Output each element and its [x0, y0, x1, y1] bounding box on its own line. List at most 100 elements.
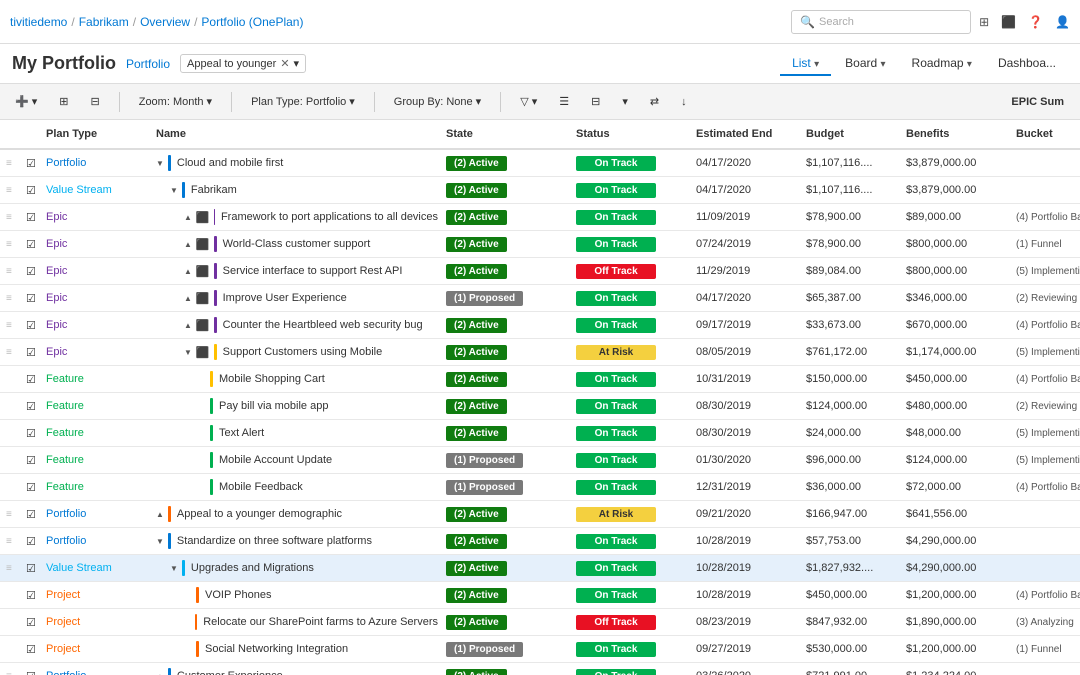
row-checkbox[interactable]: ☑ [22, 535, 42, 548]
tab-dashboard[interactable]: Dashboa... [986, 52, 1068, 76]
col-estend[interactable]: Estimated End [692, 128, 802, 140]
row-drag-handle[interactable]: ≡ [2, 536, 22, 547]
tab-board[interactable]: Board ▾ [833, 52, 897, 76]
col-bucket[interactable]: Bucket [1012, 128, 1080, 140]
expand-icon[interactable]: ▼ [156, 159, 164, 168]
expand-icon[interactable]: ▲ [184, 321, 192, 330]
table-row[interactable]: ≡ ☑ Epic ▲ ⬛ Counter the Heartbleed web … [0, 312, 1080, 339]
table-row[interactable]: ≡ ☑ Epic ▲ ⬛ World-Class customer suppor… [0, 231, 1080, 258]
expand-icon[interactable]: ▲ [156, 672, 164, 675]
table-row[interactable]: ☑ Project VOIP Phones (2) Active On Trac… [0, 582, 1080, 609]
row-drag-handle[interactable]: ≡ [2, 347, 22, 358]
table-row[interactable]: ☑ Feature Mobile Feedback (1) Proposed O… [0, 474, 1080, 501]
table-row[interactable]: ☑ Feature Mobile Shopping Cart (2) Activ… [0, 366, 1080, 393]
row-name[interactable]: ▲ ⬛ World-Class customer support [152, 236, 442, 252]
row-name[interactable]: Mobile Account Update [152, 452, 442, 468]
row-name[interactable]: Relocate our SharePoint farms to Azure S… [152, 614, 442, 630]
row-drag-handle[interactable]: ≡ [2, 239, 22, 250]
row-name[interactable]: ▲ ⬛ Counter the Heartbleed web security … [152, 317, 442, 333]
hide-cols-button[interactable]: ⊟ [584, 91, 607, 112]
table-row[interactable]: ≡ ☑ Value Stream ▼ Upgrades and Migratio… [0, 555, 1080, 582]
row-name[interactable]: VOIP Phones [152, 587, 442, 603]
col-status[interactable]: Status [572, 128, 692, 140]
col-name[interactable]: Name [152, 128, 442, 140]
row-checkbox[interactable]: ☑ [22, 184, 42, 197]
expand-button[interactable]: ⊞ [52, 91, 75, 112]
view-cols-button[interactable]: ☰ [552, 91, 576, 112]
row-name[interactable]: ▼ Upgrades and Migrations [152, 560, 442, 576]
row-name[interactable]: ▼ ⬛ Support Customers using Mobile [152, 344, 442, 360]
breadcrumb-item-2[interactable]: Fabrikam [79, 15, 129, 29]
table-row[interactable]: ☑ Feature Mobile Account Update (1) Prop… [0, 447, 1080, 474]
row-checkbox[interactable]: ☑ [22, 616, 42, 629]
collapse-button[interactable]: ⊟ [84, 91, 107, 112]
expand-icon[interactable]: ▼ [170, 564, 178, 573]
table-row[interactable]: ☑ Feature Text Alert (2) Active On Track… [0, 420, 1080, 447]
row-drag-handle[interactable]: ≡ [2, 212, 22, 223]
breadcrumb-item-4[interactable]: Portfolio (OnePlan) [201, 15, 303, 29]
row-checkbox[interactable]: ☑ [22, 157, 42, 170]
zoom-button[interactable]: Zoom: Month ▾ [132, 91, 219, 112]
col-plantype[interactable]: Plan Type [42, 128, 152, 140]
row-checkbox[interactable]: ☑ [22, 508, 42, 521]
filter-button[interactable]: ▽ ▾ [513, 91, 544, 112]
row-name[interactable]: ▼ Cloud and mobile first [152, 155, 442, 171]
expand-icon[interactable]: ▲ [184, 267, 192, 276]
breadcrumb-item-3[interactable]: Overview [140, 15, 190, 29]
group-by-button[interactable]: Group By: None ▾ [387, 91, 488, 112]
filter-remove-button[interactable]: ✕ [280, 57, 289, 70]
row-drag-handle[interactable]: ≡ [2, 266, 22, 277]
plan-type-button[interactable]: Plan Type: Portfolio ▾ [244, 91, 362, 112]
expand-icon[interactable]: ▲ [184, 240, 192, 249]
format-button[interactable]: ▾ [615, 91, 635, 112]
share-button[interactable]: ⇄ [643, 91, 666, 112]
expand-icon[interactable]: ▲ [156, 510, 164, 519]
row-drag-handle[interactable]: ≡ [2, 509, 22, 520]
tab-roadmap[interactable]: Roadmap ▾ [900, 52, 984, 76]
row-name[interactable]: Social Networking Integration [152, 641, 442, 657]
row-checkbox[interactable]: ☑ [22, 346, 42, 359]
breadcrumb-item-1[interactable]: tivitiedemo [10, 15, 67, 29]
row-name[interactable]: ▲ ⬛ Improve User Experience [152, 290, 442, 306]
filter-dropdown-icon[interactable]: ▾ [294, 57, 300, 70]
user-icon[interactable]: 👤 [1055, 15, 1070, 29]
expand-icon[interactable]: ▼ [184, 348, 192, 357]
row-name[interactable]: ▲ Customer Experience [152, 668, 442, 675]
row-checkbox[interactable]: ☑ [22, 211, 42, 224]
col-benefits[interactable]: Benefits [902, 128, 1012, 140]
row-checkbox[interactable]: ☑ [22, 319, 42, 332]
col-state[interactable]: State [442, 128, 572, 140]
add-button[interactable]: ➕ ▾ [8, 91, 44, 112]
row-name[interactable]: ▲ ⬛ Service interface to support Rest AP… [152, 263, 442, 279]
row-checkbox[interactable]: ☑ [22, 589, 42, 602]
row-drag-handle[interactable]: ≡ [2, 563, 22, 574]
table-row[interactable]: ≡ ☑ Portfolio ▼ Standardize on three sof… [0, 528, 1080, 555]
expand-icon[interactable]: ▲ [184, 213, 192, 222]
row-checkbox[interactable]: ☑ [22, 238, 42, 251]
row-checkbox[interactable]: ☑ [22, 454, 42, 467]
tab-list[interactable]: List ▾ [780, 52, 831, 76]
row-checkbox[interactable]: ☑ [22, 265, 42, 278]
row-drag-handle[interactable]: ≡ [2, 320, 22, 331]
row-name[interactable]: Text Alert [152, 425, 442, 441]
row-checkbox[interactable]: ☑ [22, 400, 42, 413]
row-drag-handle[interactable]: ≡ [2, 158, 22, 169]
row-name[interactable]: ▲ ⬛ Framework to port applications to al… [152, 209, 442, 225]
row-checkbox[interactable]: ☑ [22, 373, 42, 386]
row-name[interactable]: Mobile Feedback [152, 479, 442, 495]
expand-icon[interactable]: ▼ [156, 537, 164, 546]
table-row[interactable]: ☑ Feature Pay bill via mobile app (2) Ac… [0, 393, 1080, 420]
table-row[interactable]: ≡ ☑ Portfolio ▲ Appeal to a younger demo… [0, 501, 1080, 528]
row-name[interactable]: ▲ Appeal to a younger demographic [152, 506, 442, 522]
table-row[interactable]: ≡ ☑ Epic ▲ ⬛ Framework to port applicati… [0, 204, 1080, 231]
row-checkbox[interactable]: ☑ [22, 670, 42, 675]
row-drag-handle[interactable]: ≡ [2, 671, 22, 675]
table-row[interactable]: ≡ ☑ Portfolio ▼ Cloud and mobile first (… [0, 150, 1080, 177]
table-row[interactable]: ≡ ☑ Epic ▼ ⬛ Support Customers using Mob… [0, 339, 1080, 366]
row-name[interactable]: Pay bill via mobile app [152, 398, 442, 414]
row-checkbox[interactable]: ☑ [22, 427, 42, 440]
export-button[interactable]: ↓ [674, 92, 694, 112]
apps-icon[interactable]: ⬛ [1001, 15, 1016, 29]
filter-tag[interactable]: Appeal to younger ✕ ▾ [180, 54, 306, 73]
table-row[interactable]: ☑ Project Relocate our SharePoint farms … [0, 609, 1080, 636]
